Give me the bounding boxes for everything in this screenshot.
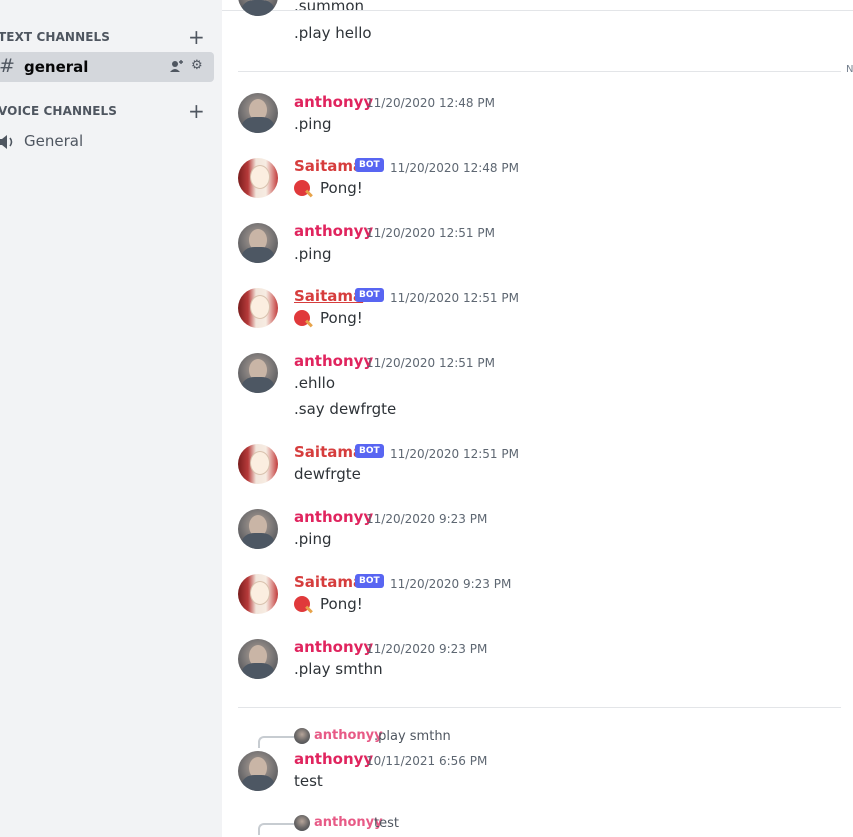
ping-pong-emoji-icon (294, 596, 310, 612)
message-text: .play hello (294, 24, 372, 42)
bot-avatar[interactable] (238, 444, 278, 484)
username[interactable]: Saitama (294, 573, 363, 591)
message-text: .ping (294, 530, 332, 548)
message-text: Pong! (320, 179, 363, 197)
reply-username[interactable]: anthonyy (314, 728, 383, 743)
username[interactable]: anthonyy (294, 508, 373, 526)
chat-area: .summon .play hello N anthonyy 11/20/202… (222, 0, 853, 837)
username[interactable]: anthonyy (294, 750, 373, 768)
avatar[interactable] (238, 751, 278, 791)
add-text-channel-icon[interactable]: + (188, 25, 205, 49)
bot-badge: BOT (355, 158, 384, 172)
bot-badge: BOT (355, 444, 384, 458)
avatar[interactable] (238, 93, 278, 133)
date-divider (238, 71, 841, 72)
add-user-icon[interactable] (170, 59, 184, 73)
message-text: Pong! (320, 309, 363, 327)
message-text: test (294, 772, 323, 790)
message-text: .ping (294, 245, 332, 263)
bot-badge: BOT (355, 574, 384, 588)
gear-icon[interactable]: ⚙ (191, 58, 203, 73)
timestamp: 11/20/2020 9:23 PM (366, 512, 488, 526)
timestamp: 11/20/2020 12:51 PM (366, 226, 495, 240)
ping-pong-emoji-icon (294, 180, 310, 196)
header-divider (222, 10, 853, 11)
username[interactable]: anthonyy (294, 222, 373, 240)
avatar[interactable] (238, 509, 278, 549)
timestamp: 10/11/2021 6:56 PM (366, 754, 488, 768)
avatar[interactable] (238, 223, 278, 263)
avatar[interactable] (238, 0, 278, 16)
message-text: .ping (294, 115, 332, 133)
message-text: .play smthn (294, 660, 383, 678)
channel-name: General (24, 132, 84, 150)
channel-general-text[interactable]: # general ⚙ (0, 52, 214, 82)
reply-avatar[interactable] (294, 728, 310, 744)
channel-name: general (24, 58, 89, 76)
ping-pong-emoji-icon (294, 310, 310, 326)
username[interactable]: Saitama (294, 287, 363, 305)
channel-sidebar: TEXT CHANNELS + # general ⚙ VOICE CHANNE… (0, 0, 222, 837)
username[interactable]: Saitama (294, 157, 363, 175)
reply-connector (258, 823, 294, 835)
date-divider-label: N (846, 64, 853, 75)
voice-channels-label: VOICE CHANNELS (0, 104, 118, 118)
message-text: dewfrgte (294, 465, 361, 483)
avatar[interactable] (238, 639, 278, 679)
reply-preview-text[interactable]: .play smthn (374, 729, 451, 744)
timestamp: 11/20/2020 9:23 PM (390, 577, 512, 591)
bot-avatar[interactable] (238, 574, 278, 614)
reply-preview-text[interactable]: test (374, 816, 399, 831)
username[interactable]: anthonyy (294, 352, 373, 370)
timestamp: 11/20/2020 12:51 PM (366, 356, 495, 370)
timestamp: 11/20/2020 12:48 PM (366, 96, 495, 110)
reply-username[interactable]: anthonyy (314, 815, 383, 830)
reply-connector (258, 736, 294, 748)
username[interactable]: anthonyy (294, 93, 373, 111)
date-divider (238, 707, 841, 708)
timestamp: 11/20/2020 9:23 PM (366, 642, 488, 656)
message-text: Pong! (320, 595, 363, 613)
bot-avatar[interactable] (238, 288, 278, 328)
message-text: .ehllo (294, 374, 336, 392)
reply-avatar[interactable] (294, 815, 310, 831)
avatar[interactable] (238, 353, 278, 393)
message-text: .say dewfrgte (294, 400, 397, 418)
text-channels-category[interactable]: TEXT CHANNELS + (0, 25, 222, 49)
bot-avatar[interactable] (238, 158, 278, 198)
timestamp: 11/20/2020 12:51 PM (390, 447, 519, 461)
partial-message-text: .summon (294, 0, 364, 15)
text-channels-label: TEXT CHANNELS (0, 30, 111, 44)
hash-icon: # (0, 55, 15, 77)
timestamp: 11/20/2020 12:51 PM (390, 291, 519, 305)
timestamp: 11/20/2020 12:48 PM (390, 161, 519, 175)
speaker-icon (0, 135, 13, 149)
voice-channels-category[interactable]: VOICE CHANNELS + (0, 99, 222, 123)
add-voice-channel-icon[interactable]: + (188, 99, 205, 123)
bot-badge: BOT (355, 288, 384, 302)
username[interactable]: anthonyy (294, 638, 373, 656)
channel-general-voice[interactable]: General (0, 126, 214, 156)
username[interactable]: Saitama (294, 443, 363, 461)
